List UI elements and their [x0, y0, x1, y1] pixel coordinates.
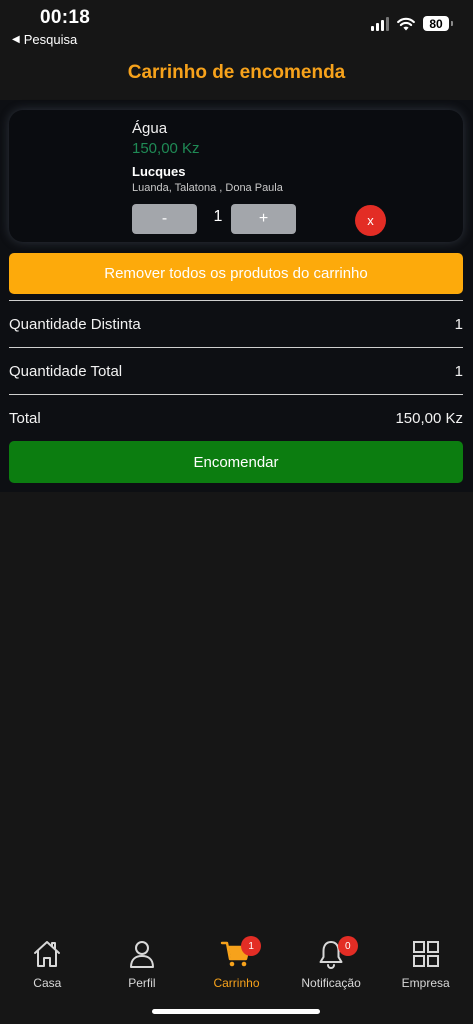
cart-content: Água 150,00 Kz Lucques Luanda, Talatona …: [0, 100, 473, 492]
divider: [9, 347, 463, 348]
back-triangle-icon: ◀: [12, 34, 20, 45]
store-location: Luanda, Talatona , Dona Paula: [132, 182, 283, 194]
home-indicator[interactable]: [152, 1009, 320, 1014]
distinct-quantity-value: 1: [454, 316, 463, 333]
remove-all-button[interactable]: Remover todos os produtos do carrinho: [9, 253, 463, 294]
battery-level: 80: [429, 16, 443, 31]
wifi-icon: [397, 17, 415, 30]
back-app-label: Pesquisa: [23, 32, 78, 47]
increase-quantity-button[interactable]: +: [231, 204, 296, 234]
product-price: 150,00 Kz: [132, 140, 200, 157]
order-button[interactable]: Encomendar: [9, 441, 463, 483]
distinct-quantity-label: Quantidade Distinta: [9, 316, 141, 333]
divider: [9, 300, 463, 301]
remove-item-button[interactable]: x: [355, 205, 386, 236]
total-label: Total: [9, 410, 41, 427]
cart-count-badge: 1: [241, 936, 262, 956]
home-icon: [34, 941, 61, 967]
back-to-app-link[interactable]: ◀ Pesquisa: [12, 32, 77, 47]
distinct-quantity-row: Quantidade Distinta 1: [9, 316, 463, 333]
product-name: Água: [132, 120, 168, 137]
total-quantity-row: Quantidade Total 1: [9, 363, 463, 380]
tab-label: Notificação: [301, 976, 361, 990]
total-value: 150,00 Kz: [395, 410, 463, 427]
tab-casa[interactable]: Casa: [0, 930, 95, 1024]
total-quantity-value: 1: [454, 363, 463, 380]
tab-label: Carrinho: [213, 976, 260, 990]
battery-icon: 80: [423, 16, 453, 31]
cart-screen: 00:18 ◀ Pesquisa 80 Carrinho de encomend…: [0, 0, 473, 1024]
tab-label: Perfil: [128, 976, 156, 990]
tab-label: Empresa: [401, 976, 450, 990]
tab-label: Casa: [33, 976, 62, 990]
status-icons: 80: [371, 16, 453, 31]
grid-icon: [412, 941, 439, 967]
status-time: 00:18: [40, 7, 91, 28]
status-bar: 00:18 ◀ Pesquisa 80: [0, 0, 473, 52]
store-name: Lucques: [132, 164, 186, 179]
tab-empresa[interactable]: Empresa: [378, 930, 473, 1024]
page-title: Carrinho de encomenda: [127, 62, 346, 83]
divider: [9, 394, 463, 395]
user-icon: [129, 941, 154, 968]
total-row: Total 150,00 Kz: [9, 410, 463, 427]
notification-count-badge: 0: [337, 936, 358, 956]
cart-item-card: Água 150,00 Kz Lucques Luanda, Talatona …: [9, 110, 463, 242]
cellular-signal-icon: [371, 16, 389, 31]
quantity-value: 1: [213, 208, 223, 225]
total-quantity-label: Quantidade Total: [9, 363, 123, 380]
decrease-quantity-button[interactable]: -: [132, 204, 197, 234]
